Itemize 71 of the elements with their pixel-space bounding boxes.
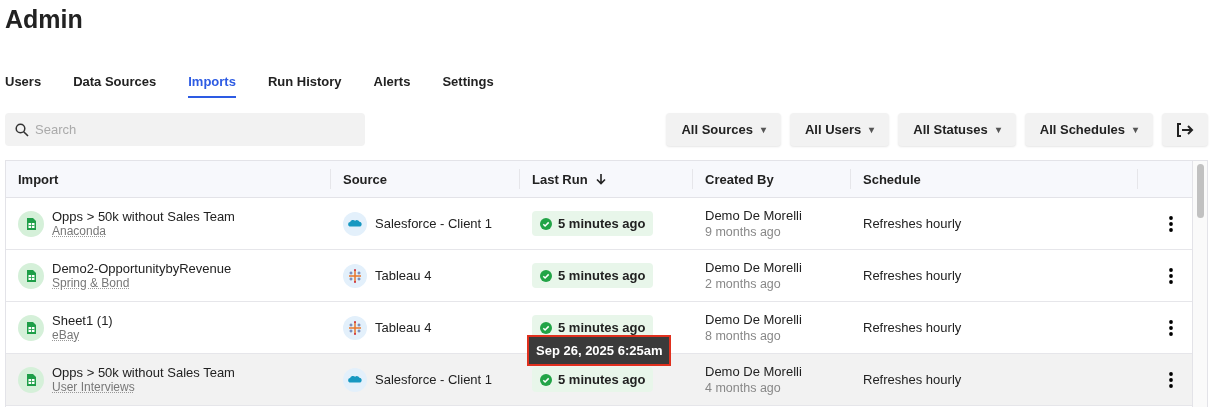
cross-mark-icon <box>343 315 367 340</box>
spreadsheet-icon <box>18 262 44 289</box>
column-header[interactable]: Created By <box>705 171 774 187</box>
sort-arrow-icon <box>595 173 606 185</box>
import-name[interactable]: Sheet1 (1) <box>52 313 113 328</box>
import-name[interactable]: Opps > 50k without Sales Team <box>52 209 235 224</box>
last-run-time: 5 minutes ago <box>558 320 646 335</box>
search-field[interactable]: Search <box>5 113 365 146</box>
scrollbar-thumb[interactable] <box>1196 164 1204 218</box>
check-icon <box>540 321 552 334</box>
cloud-icon <box>343 367 367 392</box>
schedule-text: Refreshes hourly <box>863 216 962 231</box>
import-name[interactable]: Opps > 50k without Sales Team <box>52 365 235 380</box>
created-time: 4 months ago <box>705 381 781 395</box>
folder-link[interactable]: User Interviews <box>52 380 135 394</box>
caret-icon: ▾ <box>760 124 766 135</box>
column-header[interactable]: Source <box>343 171 388 187</box>
filter-dropdown[interactable]: All Schedules ▾ <box>1024 113 1153 146</box>
spreadsheet-icon <box>18 366 44 393</box>
source-name: Tableau 4 <box>375 320 432 335</box>
import-name[interactable]: Demo2-OpportunitybyRevenue <box>52 261 232 276</box>
last-run-time: 5 minutes ago <box>558 372 646 387</box>
more-options-icon[interactable] <box>1169 267 1173 284</box>
creator-name: Demo De Morelli <box>705 364 802 379</box>
more-options-icon[interactable] <box>1169 215 1173 232</box>
tab[interactable]: Users <box>5 70 42 98</box>
source-name: Tableau 4 <box>375 268 432 283</box>
created-time: 2 months ago <box>705 277 781 291</box>
tab[interactable]: Imports <box>188 70 236 98</box>
schedule-text: Refreshes hourly <box>863 268 962 283</box>
spreadsheet-icon <box>18 210 44 237</box>
source-name: Salesforce - Client 1 <box>375 216 493 231</box>
schedule-text: Refreshes hourly <box>863 372 962 387</box>
creator-name: Demo De Morelli <box>705 208 802 223</box>
tooltip: Sep 26, 2025 6:25am <box>527 335 672 366</box>
tab[interactable]: Data Sources <box>73 70 157 98</box>
cross-mark-icon <box>343 263 367 288</box>
schedule-text: Refreshes hourly <box>863 320 962 335</box>
check-icon <box>540 269 552 282</box>
folder-link[interactable]: eBay <box>52 328 80 342</box>
more-options-icon[interactable] <box>1169 319 1173 336</box>
created-time: 8 months ago <box>705 329 781 343</box>
cloud-icon <box>343 211 367 236</box>
folder-link[interactable]: Anaconda <box>52 224 107 238</box>
caret-icon: ▾ <box>995 124 1001 135</box>
created-time: 9 months ago <box>705 225 781 239</box>
creator-name: Demo De Morelli <box>705 312 802 327</box>
exit-arrow-icon <box>1176 121 1194 138</box>
filter-dropdown[interactable]: All Sources ▾ <box>666 113 781 146</box>
tab[interactable]: Alerts <box>373 70 411 98</box>
creator-name: Demo De Morelli <box>705 260 802 275</box>
column-header[interactable]: Import <box>18 171 59 187</box>
tab[interactable]: Run History <box>267 70 342 98</box>
check-icon <box>540 217 552 230</box>
check-icon <box>540 373 552 386</box>
search-icon <box>15 123 29 137</box>
caret-icon: ▾ <box>1133 124 1138 135</box>
filter-dropdown[interactable]: All Users ▾ <box>789 113 890 146</box>
folder-link[interactable]: Spring & Bond <box>52 276 130 290</box>
column-header[interactable]: Schedule <box>863 171 921 187</box>
tab[interactable]: Settings <box>442 70 494 98</box>
more-options-icon[interactable] <box>1169 371 1173 388</box>
page-title: Admin <box>5 4 84 35</box>
last-run-time: 5 minutes ago <box>558 268 646 283</box>
filter-dropdown[interactable]: All Statuses ▾ <box>898 113 1016 146</box>
export-button[interactable] <box>1162 113 1208 146</box>
spreadsheet-icon <box>18 314 44 341</box>
column-header[interactable]: Last Run <box>532 171 588 187</box>
caret-icon: ▾ <box>869 124 875 135</box>
last-run-time: 5 minutes ago <box>558 216 646 231</box>
source-name: Salesforce - Client 1 <box>375 372 493 387</box>
